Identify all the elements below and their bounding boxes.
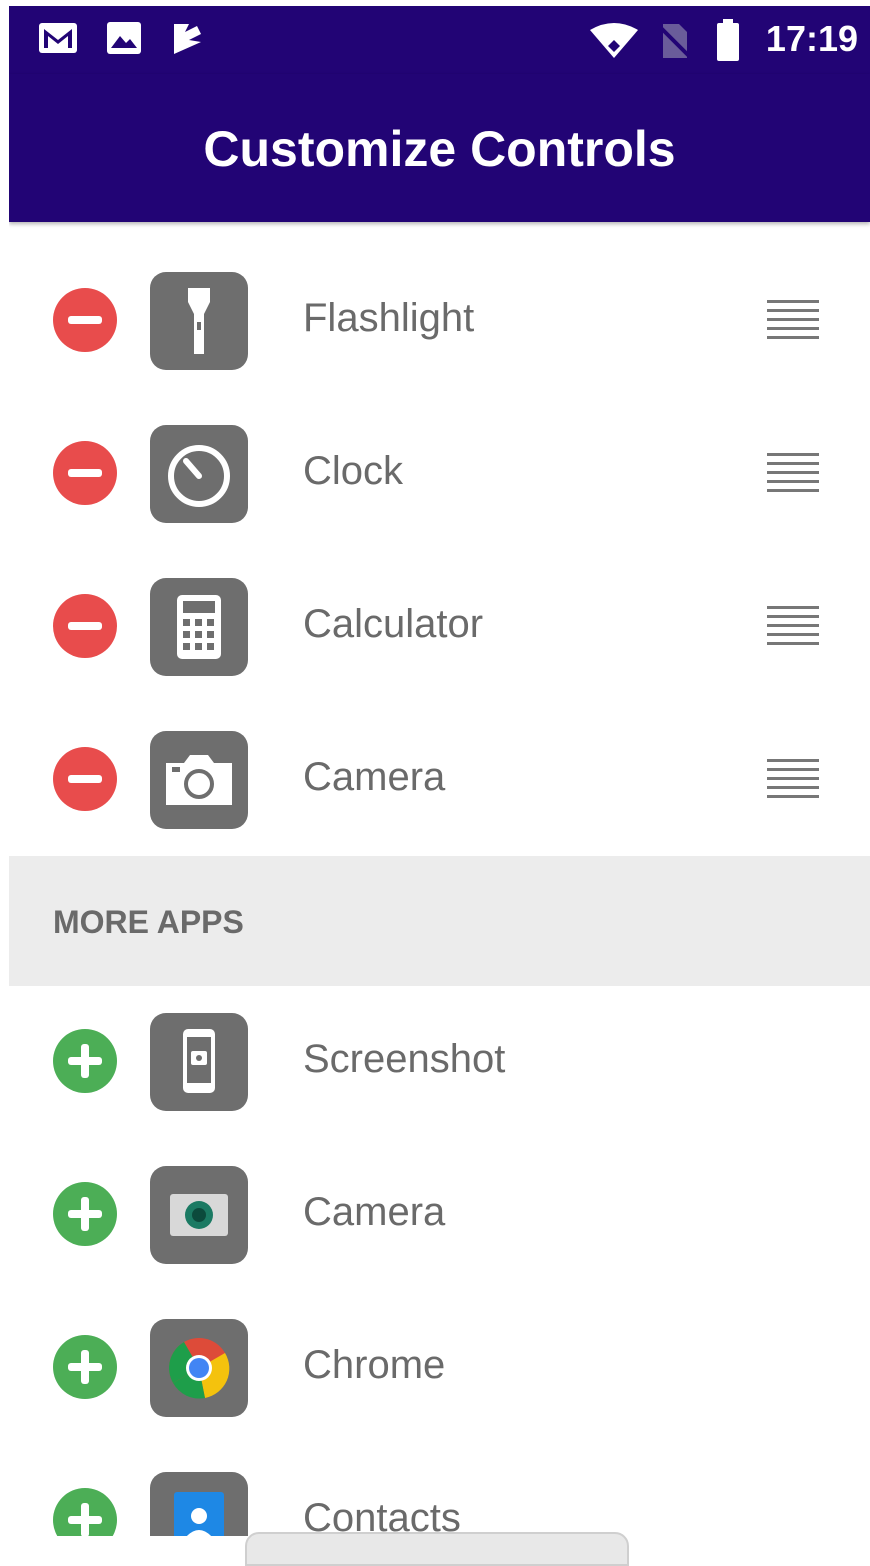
no-sim-icon: [657, 24, 691, 58]
remove-button[interactable]: [53, 288, 117, 352]
timer-icon: [150, 425, 248, 523]
section-label: MORE APPS: [53, 904, 244, 940]
contacts-icon: [150, 1472, 248, 1536]
task-icon: [174, 24, 201, 54]
control-label: Clock: [303, 449, 404, 493]
control-label: Camera: [303, 755, 446, 799]
customize-controls-screen: 17:19 Customize Controls Flashlight Cloc…: [9, 6, 870, 1536]
control-row-calculator: Calculator: [9, 550, 870, 702]
add-button[interactable]: [53, 1335, 117, 1399]
drag-handle-icon[interactable]: [767, 300, 819, 340]
battery-icon: [717, 19, 739, 61]
app-row-contacts: Contacts: [9, 1444, 870, 1536]
status-bar: 17:19: [9, 6, 870, 74]
control-row-flashlight: Flashlight: [9, 244, 870, 396]
image-icon: [107, 22, 141, 54]
screenshot-icon: [150, 1013, 248, 1111]
remove-button[interactable]: [53, 594, 117, 658]
chrome-icon: [150, 1319, 248, 1417]
page-title: Customize Controls: [203, 121, 676, 177]
app-bar: Customize Controls: [9, 74, 870, 222]
status-time: 17:19: [765, 18, 858, 59]
add-button[interactable]: [53, 1182, 117, 1246]
calculator-icon: [150, 578, 248, 676]
app-row-chrome: Chrome: [9, 1291, 870, 1443]
camera-icon: [150, 731, 248, 829]
add-button[interactable]: [53, 1029, 117, 1093]
add-button[interactable]: [53, 1488, 117, 1536]
control-row-clock: Clock: [9, 397, 870, 549]
control-row-camera: Camera: [9, 703, 870, 855]
gmail-icon: [39, 23, 77, 53]
remove-button[interactable]: [53, 441, 117, 505]
app-row-screenshot: Screenshot: [9, 985, 870, 1137]
app-label: Contacts: [303, 1496, 461, 1536]
control-label: Calculator: [303, 602, 484, 646]
camera-app-icon: [150, 1166, 248, 1264]
drag-handle-icon[interactable]: [767, 759, 819, 799]
flashlight-icon: [150, 272, 248, 370]
more-apps-section-header: MORE APPS: [9, 856, 870, 986]
drag-handle-icon[interactable]: [767, 453, 819, 493]
app-row-camera: Camera: [9, 1138, 870, 1290]
remove-button[interactable]: [53, 747, 117, 811]
control-label: Flashlight: [303, 296, 475, 340]
drag-handle-icon[interactable]: [767, 606, 819, 646]
app-label: Camera: [303, 1190, 446, 1234]
app-label: Chrome: [303, 1343, 446, 1387]
bottom-sheet-handle[interactable]: [245, 1532, 629, 1566]
wifi-icon: [590, 23, 638, 58]
app-label: Screenshot: [303, 1037, 506, 1081]
